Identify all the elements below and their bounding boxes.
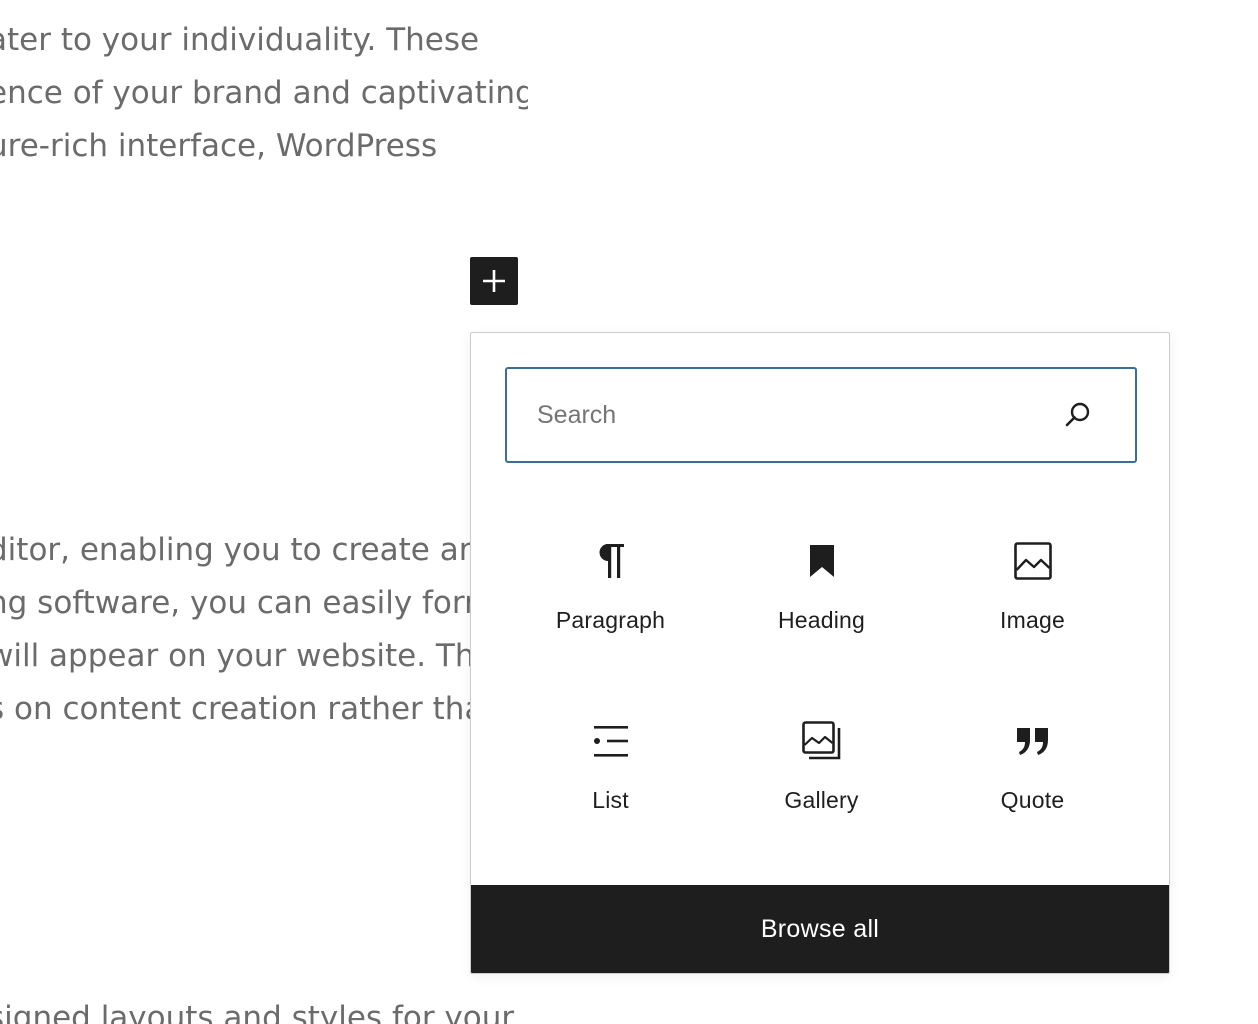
text-line: ence of your brand and captivating — [0, 75, 528, 111]
block-label: Heading — [777, 607, 866, 633]
block-inserter-popover: Paragraph Heading Image — [470, 332, 1170, 974]
text-line: ater to your individuality. These — [0, 22, 480, 58]
block-grid: Paragraph Heading Image List Gallery Quo… — [505, 509, 1137, 869]
block-image[interactable]: Image — [927, 509, 1138, 689]
block-paragraph[interactable]: Paragraph — [505, 509, 716, 689]
block-list[interactable]: List — [505, 689, 716, 869]
post-paragraph[interactable]: ater to your individuality. These ence o… — [0, 14, 528, 173]
block-heading[interactable]: Heading — [716, 509, 927, 689]
list-icon — [587, 717, 635, 765]
quote-icon — [1009, 717, 1057, 765]
search-icon — [1065, 402, 1090, 427]
search-box[interactable] — [505, 367, 1137, 463]
text-line: will appear on your website. Thi — [0, 638, 470, 674]
block-label: Quote — [1000, 787, 1065, 813]
text-line: signed layouts and styles for your — [0, 1000, 515, 1024]
browse-all-button[interactable]: Browse all — [471, 885, 1169, 973]
text-line: ditor, enabling you to create and — [0, 532, 470, 568]
block-gallery[interactable]: Gallery — [716, 689, 927, 869]
text-line: ng software, you can easily form — [0, 585, 470, 621]
gallery-icon — [798, 717, 846, 765]
block-quote[interactable]: Quote — [927, 689, 1138, 869]
image-icon — [1009, 537, 1057, 585]
block-label: List — [592, 787, 629, 813]
add-block-button[interactable] — [470, 257, 518, 305]
post-paragraph[interactable]: ditor, enabling you to create and ng sof… — [0, 524, 470, 736]
block-label: Image — [1000, 607, 1065, 633]
text-line: ure-rich interface, WordPress — [0, 128, 438, 164]
block-label: Gallery — [784, 787, 859, 813]
plus-icon — [483, 270, 505, 292]
search-input[interactable] — [507, 369, 1047, 461]
block-label: Paragraph — [555, 607, 666, 633]
post-paragraph[interactable]: signed layouts and styles for your — [0, 992, 528, 1024]
text-line: s on content creation rather tha — [0, 691, 470, 727]
heading-icon — [798, 537, 846, 585]
paragraph-icon — [587, 537, 635, 585]
